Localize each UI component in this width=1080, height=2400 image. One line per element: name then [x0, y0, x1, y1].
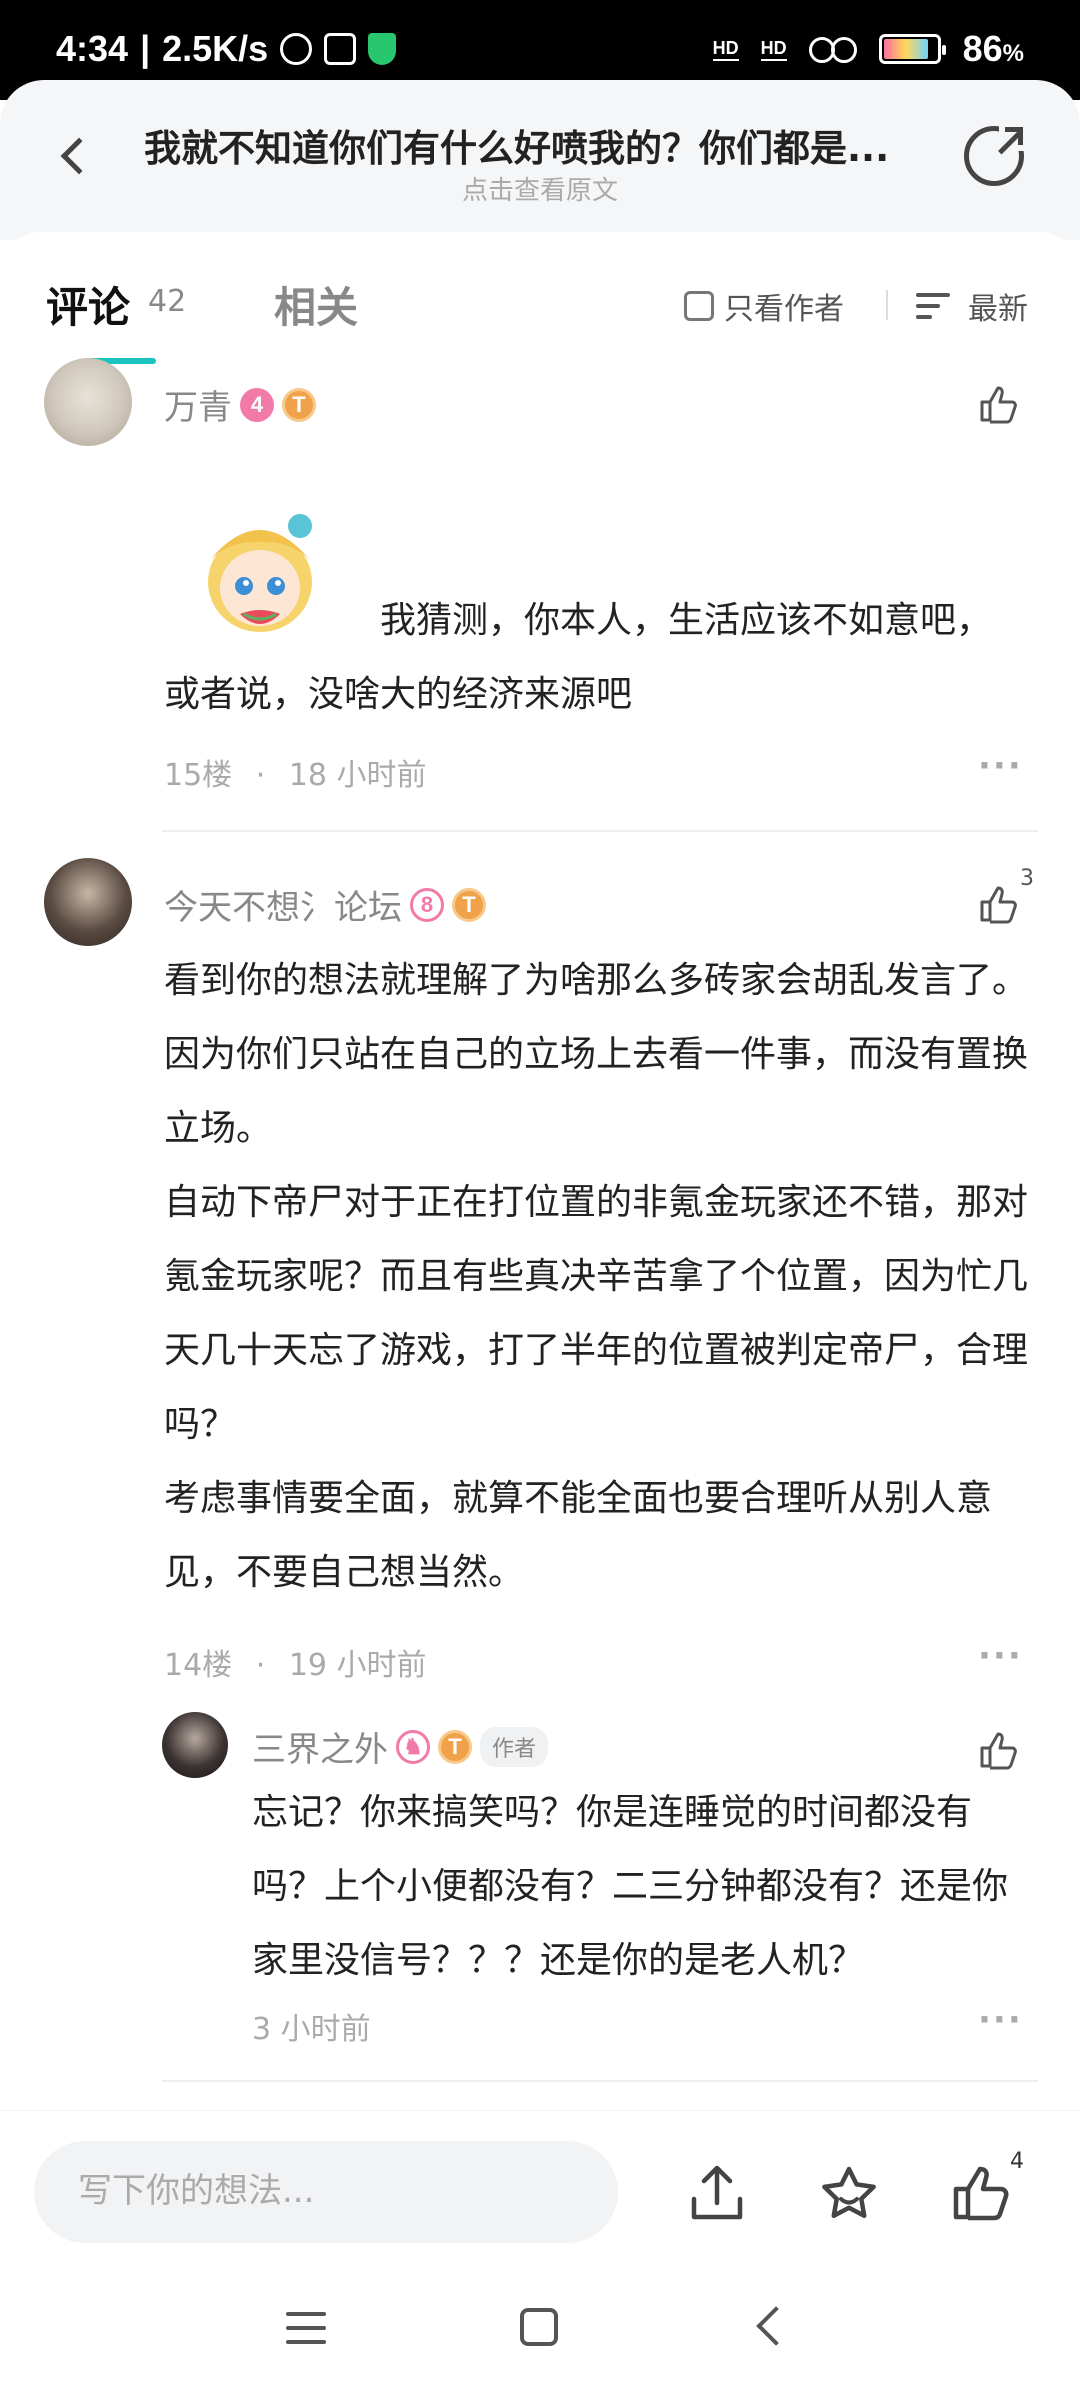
status-separator: | — [140, 28, 151, 69]
level-badge-icon: ♞ — [396, 1729, 430, 1764]
author-tag: 作者 — [480, 1726, 549, 1767]
status-right: HD HD 86% — [712, 28, 1024, 70]
like-icon[interactable] — [948, 2161, 1014, 2227]
menu-icon[interactable] — [286, 2310, 326, 2346]
battery-unit: % — [1002, 40, 1024, 67]
hd-icon: HD — [712, 38, 739, 61]
tab-related[interactable]: 相关 — [274, 274, 358, 335]
avatar[interactable] — [44, 858, 132, 946]
more-options-button[interactable]: ··· — [978, 746, 1023, 786]
comment-time: 18 小时前 — [288, 758, 427, 793]
comment-time: 19 小时前 — [288, 1648, 427, 1683]
comment-input-bar: 4 — [0, 2110, 1080, 2270]
reply-text: 忘记？你来搞笑吗？你是连睡觉的时间都没有吗？上个小便都没有？二三分钟都没有？还是… — [252, 1792, 1009, 1981]
only-author-toggle[interactable]: 只看作者 — [684, 284, 844, 328]
alarm-icon — [280, 33, 313, 65]
page-header: 我就不知道你们有什么好喷我的？你们都是... 点击查看原文 — [0, 80, 1080, 240]
avatar[interactable] — [44, 358, 132, 446]
status-speed: 2.5K/s — [162, 28, 269, 69]
hd-signal-icon: HD — [760, 38, 787, 61]
battery-percent: 86 — [962, 28, 1003, 69]
comment-meta: 15楼 · 18 小时前 — [164, 750, 427, 794]
tab-comments[interactable]: 评论 — [46, 274, 130, 335]
like-icon[interactable] — [976, 882, 1020, 926]
divider — [162, 2080, 1038, 2082]
comment-text: 我猜测，你本人，生活应该不如意吧， — [380, 584, 992, 658]
only-author-label: 只看作者 — [724, 292, 844, 327]
username: 三界之外 — [252, 1730, 388, 1770]
status-left: 4:34 | 2.5K/s — [56, 28, 397, 70]
share-icon[interactable] — [684, 2161, 750, 2227]
comment-text: 或者说，没啥大的经济来源吧 — [164, 658, 632, 732]
comment-input[interactable] — [78, 2169, 578, 2213]
like-icon[interactable] — [976, 382, 1020, 426]
comments-count: 42 — [148, 284, 187, 319]
back-icon[interactable] — [756, 2306, 796, 2346]
like-count: 4 — [1010, 2149, 1024, 2174]
sort-label: 最新 — [968, 292, 1028, 327]
checkbox-icon — [684, 291, 714, 321]
title-badge-icon: T — [282, 387, 316, 422]
meta-separator: · — [255, 758, 266, 793]
arrow-up-right-icon — [1005, 127, 1023, 145]
username: 今天不想氵论坛 — [164, 888, 402, 928]
username: 万青 — [164, 388, 232, 428]
avatar[interactable] — [162, 1712, 228, 1778]
comment-text: 看到你的想法就理解了为啥那么多砖家会胡乱发言了。因为你们只站在自己的立场上去看一… — [164, 960, 1029, 1593]
comment-author[interactable]: 万青 4 T — [164, 380, 316, 429]
like-count: 3 — [1020, 866, 1034, 891]
comment-tabs: 评论 42 相关 只看作者 最新 — [0, 232, 1080, 364]
reply-author[interactable]: 三界之外 ♞ T 作者 — [252, 1722, 549, 1771]
nfc-icon — [324, 33, 357, 65]
shield-icon — [368, 33, 397, 65]
more-options-button[interactable]: ··· — [978, 2000, 1023, 2040]
view-original-link[interactable]: 点击查看原文 — [0, 170, 1080, 207]
title-badge-icon: T — [452, 887, 486, 922]
home-icon[interactable] — [520, 2308, 558, 2346]
level-badge: 4 — [240, 387, 274, 422]
comment-meta: 14楼 · 19 小时前 — [164, 1640, 427, 1684]
level-badge: 8 — [410, 887, 444, 922]
cycling-icon — [808, 35, 857, 63]
floor-number: 15楼 — [164, 758, 233, 793]
system-nav-bar — [0, 2270, 1080, 2400]
battery-icon — [878, 34, 946, 64]
sort-icon — [916, 291, 956, 321]
more-options-button[interactable]: ··· — [978, 1636, 1023, 1676]
share-button[interactable] — [964, 125, 1025, 186]
comment-text-line: 我猜测，你本人，生活应该不如意吧， — [380, 600, 993, 641]
chevron-left-icon — [60, 137, 98, 175]
battery-level: 86% — [963, 28, 1024, 70]
divider — [162, 830, 1038, 832]
comment-text-line: 或者说，没啥大的经济来源吧 — [164, 674, 633, 715]
meta-separator: · — [255, 1648, 266, 1683]
status-time: 4:34 — [56, 28, 129, 69]
divider — [886, 290, 888, 320]
like-icon[interactable] — [976, 1728, 1020, 1772]
page-title[interactable]: 我就不知道你们有什么好喷我的？你们都是... — [144, 118, 934, 172]
title-badge-icon: T — [438, 1729, 472, 1764]
comment-input-wrapper[interactable] — [34, 2141, 618, 2243]
sort-button[interactable]: 最新 — [916, 284, 1028, 328]
floor-number: 14楼 — [164, 1648, 233, 1683]
reply-time: 3 小时前 — [252, 2012, 371, 2047]
comment-author[interactable]: 今天不想氵论坛 8 T — [164, 880, 486, 929]
favorite-star-icon[interactable] — [816, 2161, 882, 2227]
sticker-image — [208, 514, 312, 632]
